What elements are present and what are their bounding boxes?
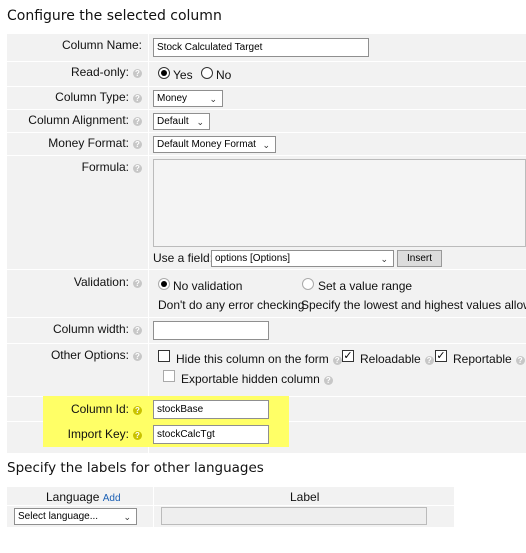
help-icon[interactable]: ? bbox=[424, 356, 434, 365]
hide-column-checkbox[interactable] bbox=[158, 350, 170, 362]
use-field-label: Use a field: bbox=[153, 251, 214, 265]
column-type-select[interactable]: Money ⌄ bbox=[153, 90, 223, 107]
help-icon[interactable]: ? bbox=[133, 140, 142, 149]
column-id-label: Column Id:? bbox=[71, 402, 142, 416]
formula-textarea[interactable] bbox=[153, 159, 526, 247]
column-width-label: Column width:? bbox=[53, 322, 142, 336]
language-select-value: Select language... bbox=[18, 511, 99, 522]
column-alignment-value: Default bbox=[157, 116, 189, 127]
chevron-down-icon: ⌄ bbox=[262, 140, 270, 150]
reportable-label: Reportable? bbox=[453, 352, 525, 366]
exportable-hidden-checkbox[interactable] bbox=[163, 370, 175, 382]
read-only-no-label: No bbox=[216, 68, 232, 82]
column-alignment-select[interactable]: Default ⌄ bbox=[153, 113, 210, 130]
reloadable-label: Reloadable? bbox=[360, 352, 434, 366]
language-select[interactable]: Select language... ⌄ bbox=[14, 508, 137, 525]
read-only-label: Read-only:? bbox=[71, 65, 142, 79]
language-label-input[interactable] bbox=[161, 507, 427, 525]
no-validation-desc: Don't do any error checking bbox=[158, 298, 305, 312]
column-width-input[interactable] bbox=[153, 321, 269, 340]
column-name-input[interactable]: Stock Calculated Target bbox=[153, 38, 369, 57]
no-validation-radio[interactable] bbox=[158, 278, 170, 290]
use-field-select[interactable]: options [Options] ⌄ bbox=[211, 250, 394, 267]
read-only-no-radio[interactable] bbox=[201, 67, 213, 79]
section-title-languages: Specify the labels for other languages bbox=[7, 460, 264, 476]
money-format-label: Money Format:? bbox=[48, 136, 142, 150]
no-validation-label: No validation bbox=[173, 279, 243, 293]
money-format-value: Default Money Format bbox=[157, 139, 256, 150]
import-key-input[interactable]: stockCalcTgt bbox=[153, 425, 269, 444]
column-name-label: Column Name: bbox=[61, 38, 142, 52]
read-only-yes-radio[interactable] bbox=[158, 67, 170, 79]
column-type-value: Money bbox=[157, 93, 188, 104]
help-icon[interactable]: ? bbox=[332, 356, 342, 365]
help-icon[interactable]: ? bbox=[133, 326, 142, 335]
chevron-down-icon: ⌄ bbox=[196, 117, 204, 127]
validation-label: Validation:? bbox=[74, 275, 142, 289]
help-icon[interactable]: ? bbox=[515, 356, 525, 365]
hide-column-label: Hide this column on the form? bbox=[176, 352, 342, 366]
language-header: Language Add bbox=[46, 490, 121, 504]
value-range-desc: Specify the lowest and highest values al… bbox=[301, 298, 526, 312]
help-icon[interactable]: ? bbox=[133, 164, 142, 173]
use-field-value: options [Options] bbox=[215, 253, 291, 264]
value-range-label: Set a value range bbox=[318, 279, 413, 293]
insert-button[interactable]: Insert bbox=[397, 250, 442, 267]
read-only-yes-label: Yes bbox=[173, 68, 193, 82]
reportable-checkbox[interactable]: ✓ bbox=[435, 350, 447, 362]
section-title-configure: Configure the selected column bbox=[7, 8, 222, 24]
reloadable-checkbox[interactable]: ✓ bbox=[342, 350, 354, 362]
help-icon[interactable]: ? bbox=[133, 69, 142, 78]
add-language-link[interactable]: Add bbox=[103, 493, 121, 504]
column-alignment-label: Column Alignment:? bbox=[28, 113, 142, 127]
money-format-select[interactable]: Default Money Format ⌄ bbox=[153, 136, 276, 153]
label-header: Label bbox=[290, 490, 320, 504]
import-key-label: Import Key:? bbox=[68, 427, 142, 441]
formula-label: Formula:? bbox=[82, 160, 142, 174]
chevron-down-icon: ⌄ bbox=[209, 94, 217, 104]
other-options-label: Other Options:? bbox=[51, 348, 142, 362]
chevron-down-icon: ⌄ bbox=[380, 254, 388, 264]
help-icon[interactable]: ? bbox=[133, 352, 142, 361]
exportable-hidden-label: Exportable hidden column? bbox=[181, 372, 333, 386]
help-icon[interactable]: ? bbox=[323, 376, 333, 385]
column-id-input[interactable]: stockBase bbox=[153, 400, 269, 419]
help-icon[interactable]: ? bbox=[133, 117, 142, 126]
help-icon[interactable]: ? bbox=[133, 406, 142, 415]
value-range-radio[interactable] bbox=[302, 278, 314, 290]
column-type-label: Column Type:? bbox=[55, 90, 142, 104]
help-icon[interactable]: ? bbox=[133, 431, 142, 440]
chevron-down-icon: ⌄ bbox=[123, 512, 131, 522]
help-icon[interactable]: ? bbox=[133, 279, 142, 288]
help-icon[interactable]: ? bbox=[133, 94, 142, 103]
